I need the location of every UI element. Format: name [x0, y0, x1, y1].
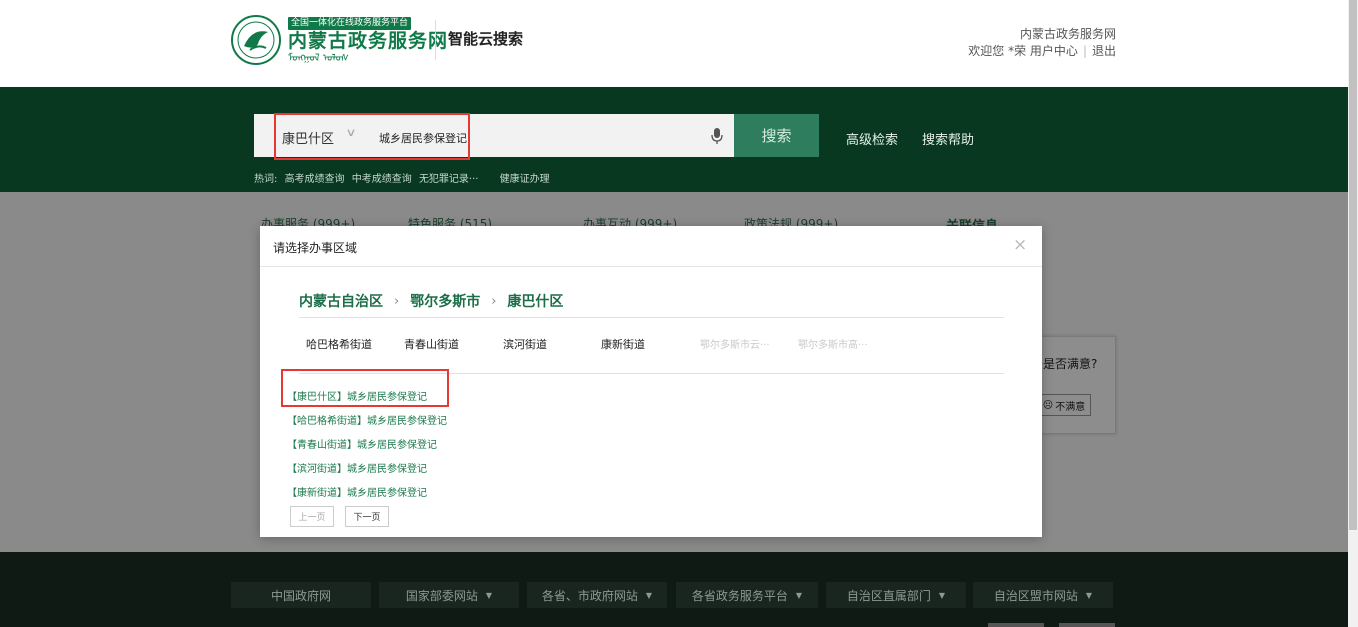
hot-word[interactable]: 无犯罪记录···: [419, 174, 479, 185]
scrollbar-thumb[interactable]: [1349, 0, 1357, 530]
microphone-icon[interactable]: [711, 127, 723, 145]
hot-word[interactable]: 中考成绩查询: [352, 174, 412, 185]
footer-link-label: 中国政府网: [270, 588, 331, 603]
street-option[interactable]: 康新街道: [601, 336, 645, 352]
footer-link-label: 自治区盟市网站: [993, 588, 1078, 603]
hot-word[interactable]: 健康证办理: [500, 174, 550, 185]
result-link[interactable]: 【哈巴格希街道】城乡居民参保登记: [287, 412, 447, 427]
logo-name: 内蒙古政务服务网: [288, 30, 449, 52]
header-divider: [435, 20, 436, 60]
highlight-annotation-result: [281, 369, 449, 407]
street-option[interactable]: 哈巴格希街道: [306, 336, 372, 352]
street-option-disabled: 鄂尔多斯市云···: [700, 340, 770, 351]
footer-link-platforms[interactable]: 各省政务服务平台 ▼: [676, 582, 818, 608]
breadcrumb-separator: ›: [491, 293, 497, 309]
hot-words-label: 热词:: [254, 174, 278, 185]
dissatisfied-label: 不满意: [1055, 401, 1086, 413]
site-logo[interactable]: 全国一体化在线政务服务平台 内蒙古政务服务网 ᠮᠣᠩᠭᠣᠯ ᠤᠯᠤᠰ: [230, 14, 448, 66]
logo-tagline: 全国一体化在线政务服务平台: [288, 17, 412, 30]
search-help-link[interactable]: 搜索帮助: [922, 129, 974, 148]
breadcrumb-city[interactable]: 鄂尔多斯市: [410, 291, 480, 311]
result-link[interactable]: 【滨河街道】城乡居民参保登记: [287, 460, 427, 475]
footer-link-ministries[interactable]: 国家部委网站 ▼: [379, 582, 519, 608]
caret-down-icon: ▼: [795, 590, 803, 600]
result-link[interactable]: 【青春山街道】城乡居民参保登记: [287, 436, 437, 451]
footer-link-label: 各省、市政府网站: [541, 588, 638, 603]
caret-down-icon: ▼: [645, 590, 653, 600]
prev-page-button[interactable]: 上一页: [290, 506, 334, 527]
user-separator: |: [1082, 44, 1087, 58]
footer-badge: [1059, 623, 1115, 627]
site-footer: [0, 552, 1348, 627]
divider: [299, 317, 1004, 318]
satisfaction-card: [1030, 336, 1116, 434]
brand-title: 智能云搜索: [448, 30, 524, 48]
hot-words: 热词: 高考成绩查询 中考成绩查询 无犯罪记录··· 健康证办理: [254, 170, 554, 185]
footer-link-provinces[interactable]: 各省、市政府网站 ▼: [527, 582, 667, 608]
caret-down-icon: ▼: [1085, 590, 1093, 600]
logout-link[interactable]: 退出: [1092, 44, 1116, 58]
breadcrumb-district[interactable]: 康巴什区: [507, 291, 563, 311]
region-breadcrumb: 内蒙古自治区 › 鄂尔多斯市 › 康巴什区: [299, 291, 563, 311]
breadcrumb-separator: ›: [394, 293, 400, 309]
page-scrollbar[interactable]: [1348, 0, 1358, 627]
logo-mongolian-script: ᠮᠣᠩᠭᠣᠯ ᠤᠯᠤᠰ: [288, 53, 349, 64]
street-option[interactable]: 滨河街道: [503, 336, 547, 352]
hot-word[interactable]: 高考成绩查询: [285, 174, 345, 185]
result-link[interactable]: 【康新街道】城乡居民参保登记: [287, 484, 427, 499]
breadcrumb-province[interactable]: 内蒙古自治区: [299, 291, 383, 311]
street-option-disabled: 鄂尔多斯市高···: [798, 340, 868, 351]
caret-down-icon: ▼: [938, 590, 946, 600]
welcome-text: 欢迎您 *荣: [968, 44, 1027, 58]
frown-icon: ☹: [1042, 399, 1054, 411]
footer-link-label: 自治区直属部门: [846, 588, 931, 603]
highlight-annotation-search: [274, 113, 470, 160]
footer-link-label: 国家部委网站: [405, 588, 478, 603]
footer-link-label: 各省政务服务平台: [691, 588, 788, 603]
satisfaction-question: 是否满意?: [1043, 357, 1098, 371]
advanced-search-link[interactable]: 高级检索: [846, 129, 898, 148]
site-name: 内蒙古政务服务网: [1019, 27, 1116, 41]
government-emblem-icon: [231, 15, 281, 65]
user-center-link[interactable]: 用户中心: [1030, 44, 1078, 58]
next-page-button[interactable]: 下一页: [345, 506, 389, 527]
dialog-title: 请选择办事区域: [273, 241, 358, 255]
footer-link-leagues[interactable]: 自治区盟市网站 ▼: [973, 582, 1113, 608]
search-button[interactable]: 搜索: [734, 114, 819, 157]
site-header: 全国一体化在线政务服务平台 内蒙古政务服务网 ᠮᠣᠩᠭᠣᠯ ᠤᠯᠤᠰ 智能云搜索…: [0, 0, 1348, 87]
footer-link-gov[interactable]: 中国政府网: [231, 582, 371, 608]
dialog-header: 请选择办事区域 ×: [260, 226, 1042, 267]
caret-down-icon: ▼: [485, 590, 493, 600]
footer-badge: [988, 623, 1044, 627]
close-icon[interactable]: ×: [1013, 235, 1027, 255]
user-area: 内蒙古政务服务网 欢迎您 *荣 用户中心 | 退出: [968, 26, 1116, 60]
street-option[interactable]: 青春山街道: [404, 336, 459, 352]
dissatisfied-button[interactable]: ☹ 不满意: [1037, 394, 1091, 416]
footer-link-departments[interactable]: 自治区直属部门 ▼: [826, 582, 966, 608]
